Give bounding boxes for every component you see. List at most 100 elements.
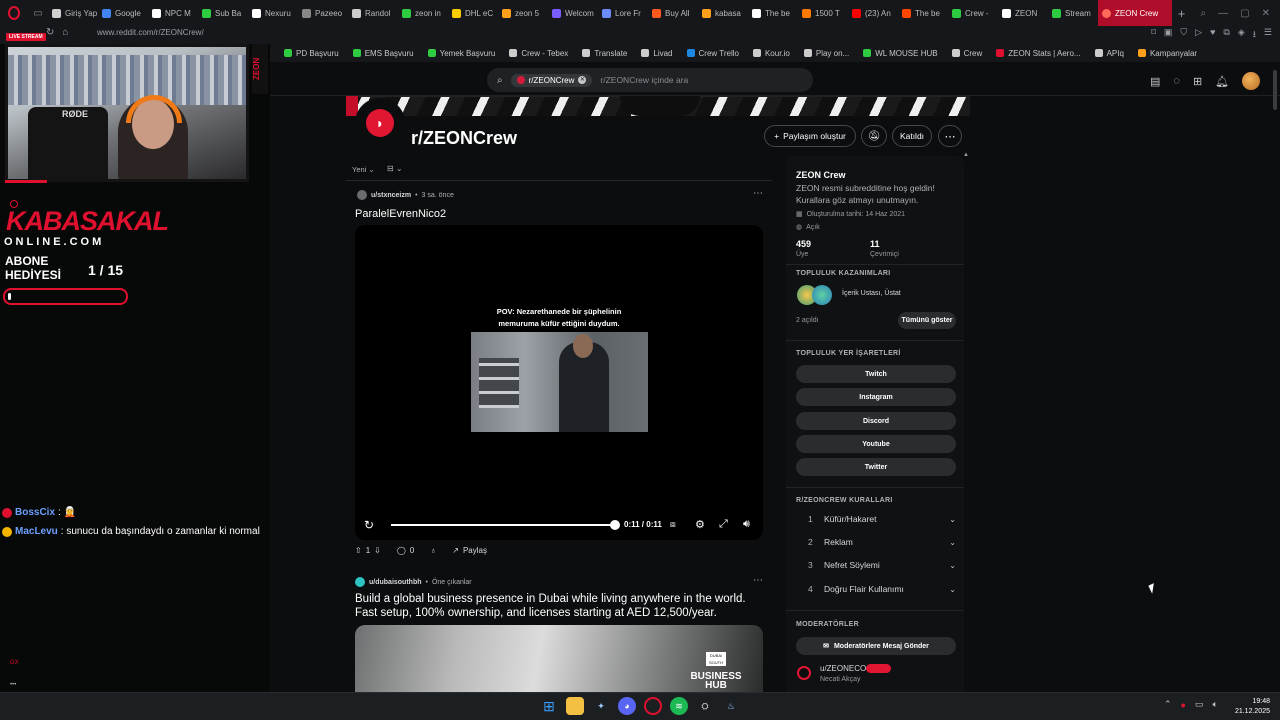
browser-tab[interactable]: Nexuru xyxy=(248,0,298,26)
bookmark-icon[interactable]: ⌑ xyxy=(1151,27,1156,43)
award-button[interactable]: ♁ xyxy=(430,546,436,555)
game-launcher-icon[interactable]: ⛭ xyxy=(696,697,714,715)
video-seek-handle[interactable] xyxy=(610,520,620,530)
browser-tab[interactable]: NPC M xyxy=(148,0,198,26)
browser-tab[interactable]: The be xyxy=(748,0,798,26)
search-tabs-icon[interactable]: ⌕ xyxy=(1201,8,1207,19)
play-icon[interactable]: ▷ xyxy=(1195,27,1202,43)
microphone-icon[interactable]: ● xyxy=(1181,700,1186,710)
fullscreen-icon[interactable]: ⤢ xyxy=(719,518,728,531)
file-explorer-icon[interactable] xyxy=(566,697,584,715)
browser-tab[interactable]: zeon 5 xyxy=(498,0,548,26)
url-field[interactable]: www.reddit.com/r/ZEONCrew/ xyxy=(97,28,204,37)
browser-tab[interactable]: Buy All xyxy=(648,0,698,26)
bookmark-item[interactable]: Kampanyalar xyxy=(1137,49,1197,58)
bookmark-item[interactable]: Crew xyxy=(951,49,982,58)
browser-tab[interactable]: Randol xyxy=(348,0,398,26)
page-scrollbar[interactable] xyxy=(1273,70,1277,110)
browser-tab[interactable]: Lore Fr xyxy=(598,0,648,26)
bookmark-link-twitch[interactable]: Twitch xyxy=(796,365,956,383)
replay-icon[interactable]: ↻ xyxy=(364,518,374,532)
bookmark-item[interactable]: Yemek Başvuru xyxy=(427,49,495,58)
moderator-avatar[interactable] xyxy=(797,666,811,680)
browser-tab[interactable]: (23) An xyxy=(848,0,898,26)
bookmark-item[interactable]: Crew Trello xyxy=(686,49,739,58)
lock-icon[interactable]: ⌂ xyxy=(62,27,68,38)
bookmark-item[interactable]: Translate xyxy=(582,49,627,58)
create-post-button[interactable]: + Paylaşım oluştur xyxy=(764,125,856,147)
browser-tab[interactable]: Stream xyxy=(1048,0,1098,26)
browser-tab[interactable]: 1500 T xyxy=(798,0,848,26)
bookmark-item[interactable]: EMS Başvuru xyxy=(352,49,414,58)
post-more-button[interactable]: ⋯ xyxy=(753,188,763,199)
bookmark-item[interactable]: Kour.io xyxy=(752,49,790,58)
post-author[interactable]: u/stxnceizm xyxy=(371,192,411,199)
browser-tab[interactable]: Sub Ba xyxy=(198,0,248,26)
bookmark-link-discord[interactable]: Discord xyxy=(796,412,956,430)
spotify-icon[interactable]: ≋ xyxy=(670,697,688,715)
bookmark-item[interactable]: Play on... xyxy=(803,49,849,58)
bookmark-link-instagram[interactable]: Instagram xyxy=(796,388,956,406)
network-icon[interactable]: ▭ xyxy=(1195,699,1204,710)
joined-button[interactable]: Katıldı xyxy=(892,125,932,147)
reload-icon[interactable]: ↻ xyxy=(46,27,54,38)
rule-item[interactable]: 3 Nefret Söylemi ⌄ xyxy=(808,560,956,570)
browser-tab[interactable]: Pazeeo xyxy=(298,0,348,26)
download-icon[interactable]: ⭳ xyxy=(1253,27,1256,43)
bookmark-item[interactable]: WL MOUSE HUB xyxy=(863,49,938,58)
browser-tab[interactable]: kabasa xyxy=(698,0,748,26)
snapshot-icon[interactable]: ▣ xyxy=(1164,27,1173,43)
more-options-button[interactable]: ⋯ xyxy=(938,125,962,147)
bookmark-item[interactable]: PD Başvuru xyxy=(284,49,339,58)
browser-tab[interactable]: Crew - xyxy=(948,0,998,26)
post-author[interactable]: u/dubaisouthbh xyxy=(369,579,422,586)
tab-menu-icon[interactable]: ▭ xyxy=(28,0,48,26)
close-window-icon[interactable]: ✕ xyxy=(1262,8,1270,19)
tray-overflow-icon[interactable]: ⌃ xyxy=(1164,699,1172,710)
captions-icon[interactable]: ⧈ xyxy=(670,519,676,530)
windows-start-icon[interactable]: ⊞ xyxy=(540,697,558,715)
menu-icon[interactable]: ☰ xyxy=(1264,27,1272,43)
opera-taskbar-icon[interactable] xyxy=(644,697,662,715)
taskbar-clock[interactable]: 19:48 21.12.2025 xyxy=(1232,697,1270,717)
post-title[interactable]: Build a global business presence in Duba… xyxy=(355,592,765,620)
browser-tab[interactable]: zeon in xyxy=(398,0,448,26)
moderator-name[interactable]: u/ZEONECO xyxy=(820,664,866,673)
bookmark-link-twitter[interactable]: Twitter xyxy=(796,458,956,476)
sort-dropdown[interactable]: Yeni ⌄ xyxy=(352,165,375,174)
show-all-button[interactable]: Tümünü göster xyxy=(898,312,956,329)
browser-tab[interactable]: ZEON xyxy=(998,0,1048,26)
create-icon[interactable]: ⊞ xyxy=(1193,75,1202,88)
rule-item[interactable]: 1 Küfür/Hakaret ⌄ xyxy=(808,514,956,524)
ads-icon[interactable]: ▤ xyxy=(1150,75,1160,88)
minimize-icon[interactable]: — xyxy=(1218,8,1228,19)
share-button[interactable]: ↗ Paylaş xyxy=(452,546,487,555)
bookmark-item[interactable]: Crew - Tebex xyxy=(509,49,568,58)
speaker-icon[interactable]: 🔈︎ xyxy=(1213,699,1218,710)
bookmark-link-youtube[interactable]: Youtube xyxy=(796,435,956,453)
post-author-avatar[interactable] xyxy=(355,577,365,587)
notification-toggle-button[interactable]: 🔕︎ xyxy=(861,125,887,147)
chat-icon[interactable]: ◌ xyxy=(1173,75,1180,87)
view-toggle-dropdown[interactable]: ⊟ ⌄ xyxy=(387,164,403,173)
downvote-icon[interactable]: ⇩ xyxy=(374,546,381,555)
extensions-icon[interactable]: ⧉ xyxy=(1223,27,1229,43)
heart-icon[interactable]: ♥ xyxy=(1210,27,1215,43)
steam-icon[interactable]: ♨ xyxy=(722,697,740,715)
user-avatar[interactable] xyxy=(1242,72,1261,90)
browser-tab[interactable]: The be xyxy=(898,0,948,26)
maximize-icon[interactable]: ▢ xyxy=(1240,8,1249,19)
message-mods-button[interactable]: ✉ Moderatörlere Mesaj Gönder xyxy=(796,637,956,655)
settings-gear-icon[interactable]: ⚙ xyxy=(695,518,705,531)
wallet-icon[interactable]: ◈ xyxy=(1238,27,1245,43)
bookmark-item[interactable]: APIq xyxy=(1094,49,1124,58)
post-more-button[interactable]: ⋯ xyxy=(753,575,763,586)
browser-tab[interactable]: DHL eC xyxy=(448,0,498,26)
chip-clear-icon[interactable]: ✕ xyxy=(578,76,587,84)
browser-tab[interactable]: Welcom xyxy=(548,0,598,26)
bookmark-item[interactable]: Livad xyxy=(641,49,673,58)
bookmark-item[interactable]: ZEON Stats | Aero... xyxy=(996,49,1081,58)
rule-item[interactable]: 2 Reklam ⌄ xyxy=(808,537,956,547)
sidebar-scroll-up-icon[interactable]: ▲ xyxy=(963,152,969,158)
video-seek-bar[interactable] xyxy=(391,524,615,526)
